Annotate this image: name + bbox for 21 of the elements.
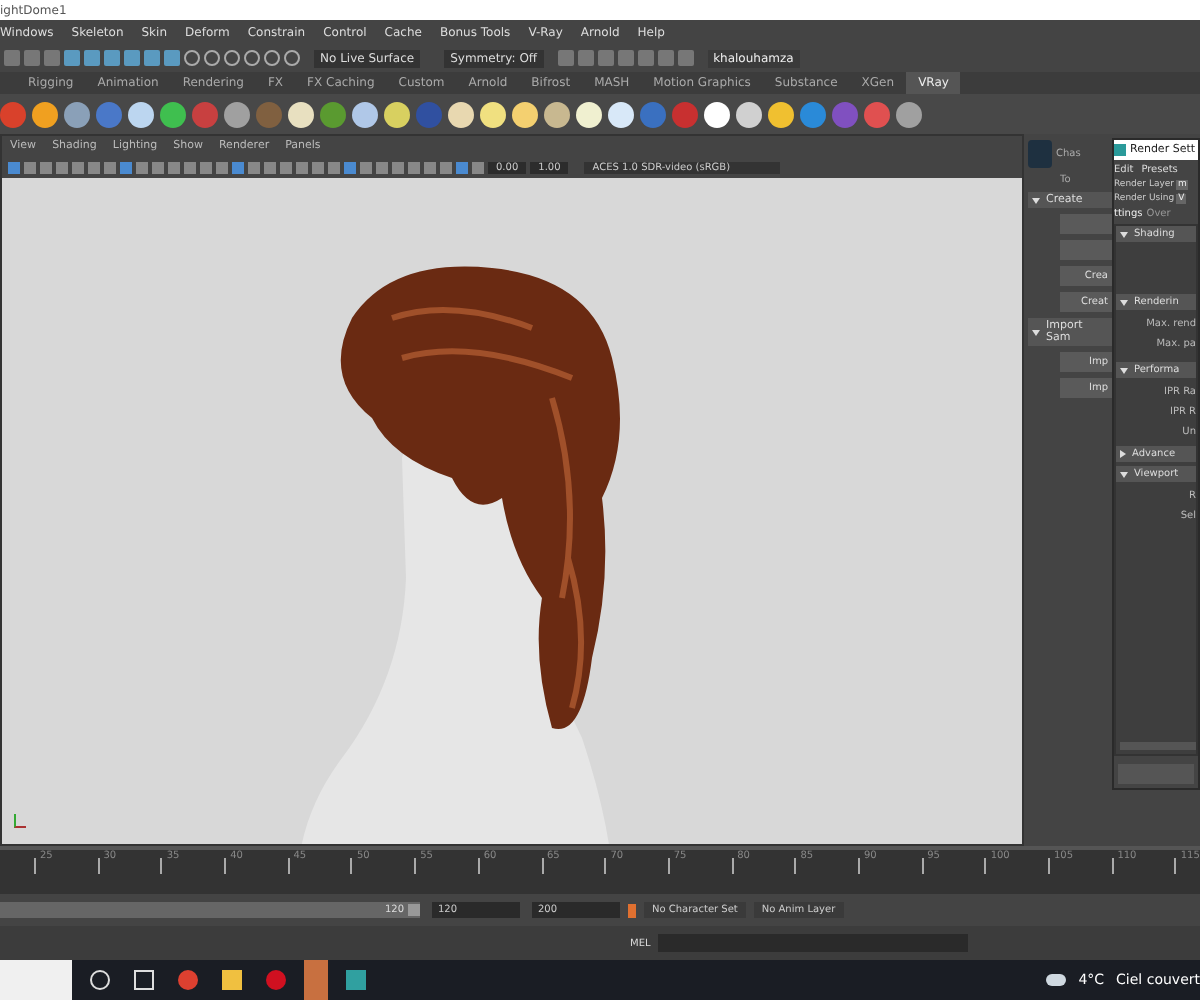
shelf-tool-icon[interactable]: [736, 101, 762, 127]
task-view-icon[interactable]: [134, 970, 154, 990]
shelf-tool-icon[interactable]: [160, 101, 186, 127]
shelf-tool-icon[interactable]: [352, 101, 378, 127]
weather-icon: [1046, 974, 1067, 986]
shelf-tool-icon[interactable]: [384, 101, 410, 127]
logo-icon: [1028, 140, 1052, 168]
shelf-tool-icon[interactable]: [512, 101, 538, 127]
shelf-tool-icon[interactable]: [448, 101, 474, 127]
shelf-tool-icon[interactable]: [288, 101, 314, 127]
shelf-tool-icon[interactable]: [576, 101, 602, 127]
shelf-tool-icon[interactable]: [608, 101, 634, 127]
shelf-tool-icon[interactable]: [768, 101, 794, 127]
shelf-tool-icon[interactable]: [544, 101, 570, 127]
shelf-tool-icon[interactable]: [704, 101, 730, 127]
shelf-tool-icon[interactable]: [480, 101, 506, 127]
shelf-tool-icon[interactable]: [128, 101, 154, 127]
shelf-tool-icon[interactable]: [32, 101, 58, 127]
key-icon[interactable]: [628, 903, 636, 917]
circle-icon[interactable]: [90, 970, 110, 990]
axis-icon: [14, 814, 26, 828]
